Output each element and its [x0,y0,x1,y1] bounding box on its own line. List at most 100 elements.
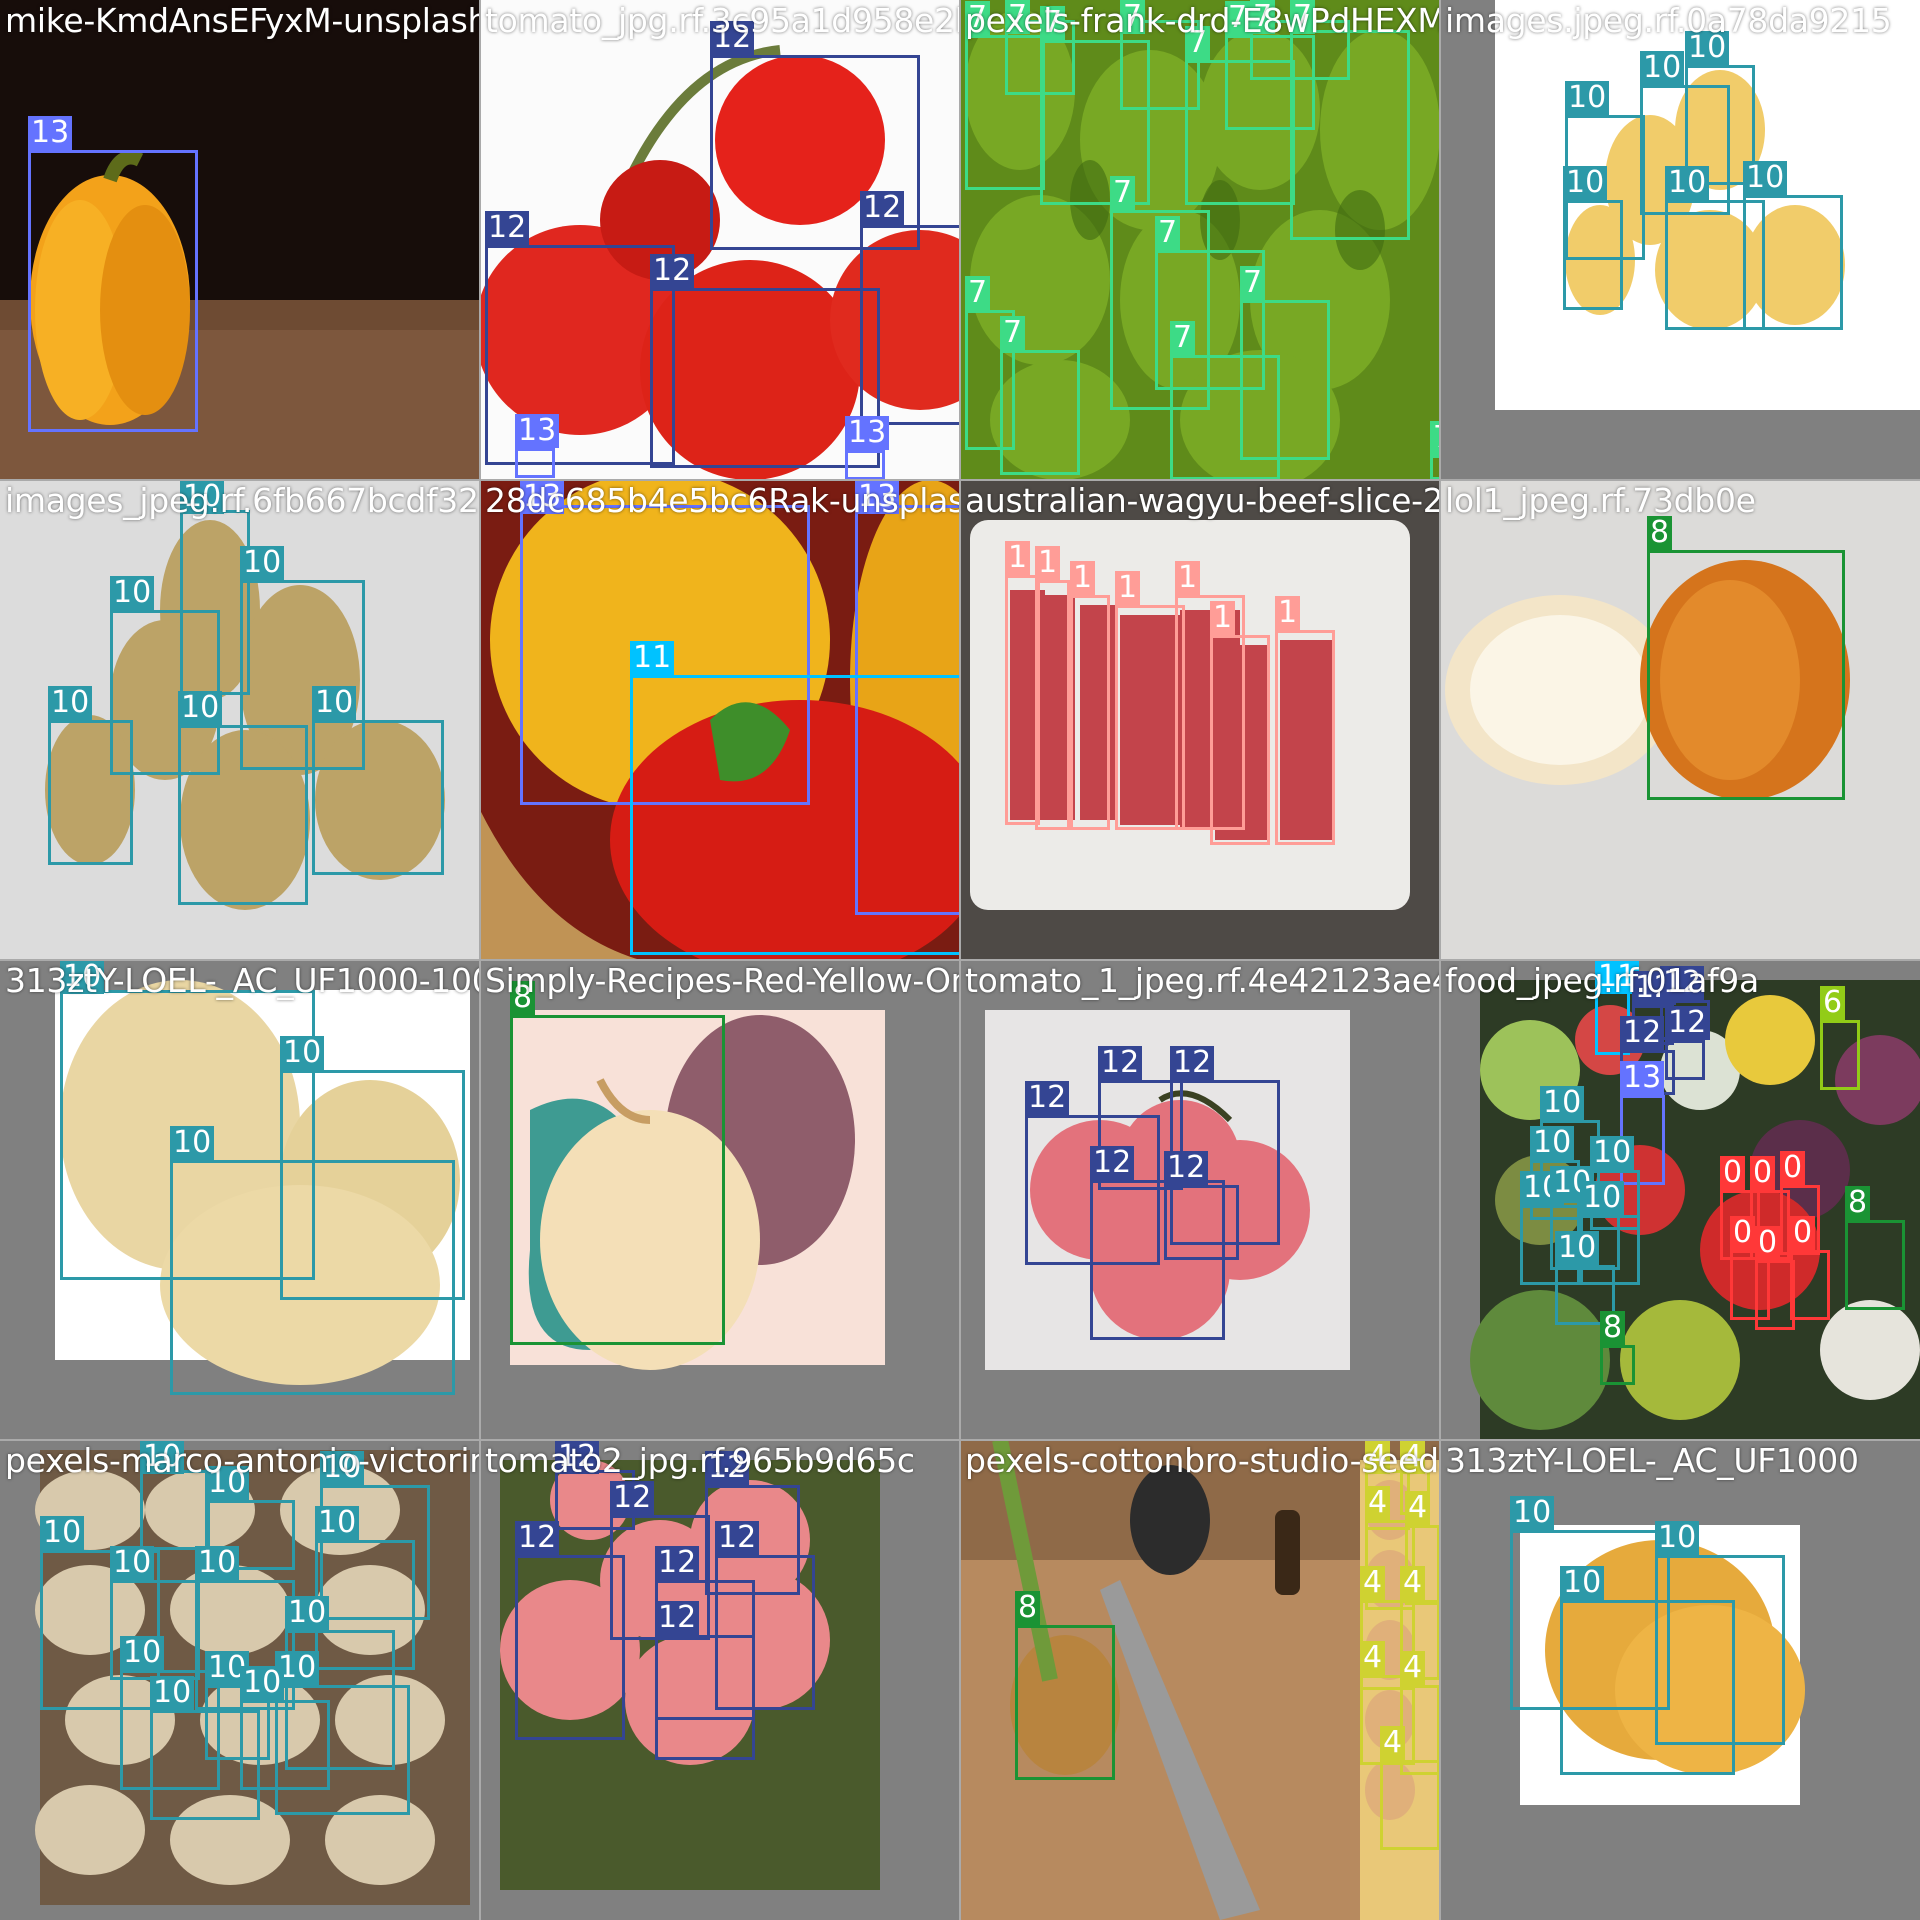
detection-box [1275,630,1335,845]
class-label: 12 [610,1481,655,1515]
mosaic-tile: 10 10 10 10 10 10 10 10 10 10 10 10 10 pexels-marco-a… [0,1440,480,1920]
tile-filename: pexels-cottonbro-studio-seeds-5773193_jp… [965,1441,1440,1480]
class-label: 10 [110,576,155,610]
tile-filename: food_jpeg.rf.01af9a [1445,961,1759,1000]
tile-filename: 313ztY-LOEL-_AC_UF1000-1000_QL80_jpeg [5,961,480,1000]
class-label: 1 [1175,561,1201,595]
class-label: 10 [285,1596,330,1630]
detection-box [510,1015,725,1345]
mosaic-grid: 13 mike-KmdAnsEFyxM-unsplash_jpg.rf.3c95a… [0,0,1920,1920]
class-label: 10 [1540,1086,1585,1120]
class-label: 10 [48,686,93,720]
mosaic-tile: 8444444444pexels-cottonbro-studio-seeds-… [960,1440,1440,1920]
class-label: 1 [1275,596,1301,630]
class-label: 7 [1110,176,1136,210]
mosaic-tile: 13 mike-KmdAnsEFyxM-unsplash_jpg.rf.3c95a… [0,0,480,480]
class-label: 8 [1015,1591,1041,1625]
tile-filename: pexels-marco-antonio-victorino-2286776 [5,1441,480,1480]
class-label: 10 [1555,1231,1600,1265]
detection-box [1647,550,1845,800]
detection-box [1563,200,1623,310]
class-label: 10 [1560,1566,1605,1600]
class-label: 1 [1035,546,1061,580]
detection-box [1665,1040,1705,1080]
detection-box [312,720,444,875]
mosaic-tile: 12 12 12 12 12 tomato_1_jpeg.rf.4e42123ae4e3b… [960,960,1440,1440]
class-label: 7 [965,276,991,310]
detection-box [1070,595,1110,830]
class-label: 12 [515,1521,560,1555]
detection-box [170,1160,455,1395]
class-label: 10 [312,686,357,720]
mosaic-tile: 13131128dc685b4e5bc6Rak-unsplash_jpg.rf [480,480,960,960]
class-label: 12 [860,191,905,225]
class-label: 10 [1655,1521,1700,1555]
class-label: 12 [1665,1006,1710,1040]
class-label: 4 [1365,1486,1391,1520]
detection-box [1015,1625,1115,1780]
tile-filename: australian-wagyu-beef-slice-2dgvpbadt1 [965,481,1440,520]
mosaic-tile: 121212121313tomato_jpg.rf.3c95a1d958e2bc… [480,0,960,480]
class-label: 10 [240,1666,285,1700]
class-label: 10 [120,1636,165,1670]
detection-box [1790,1250,1830,1320]
detection-box [845,450,885,480]
grid-divider [0,959,1920,961]
grid-divider [1439,0,1441,1920]
class-label: 12 [1090,1146,1135,1180]
mosaic-tile: 101010313ztY-LOEL-_AC_UF1000-1000_QL80_j… [0,960,480,1440]
class-label: 12 [1170,1046,1215,1080]
class-label: 10 [150,1676,195,1710]
class-label: 4 [1380,1726,1406,1760]
class-label: 10 [1640,51,1685,85]
class-label: 10 [1510,1496,1555,1530]
class-label: 10 [1565,81,1610,115]
class-label: 13 [28,116,73,150]
class-label: 10 [315,1506,360,1540]
grid-divider [0,1439,1920,1441]
mosaic-tile: 8 lol1_jpeg.rf.73db0e [1440,480,1920,960]
tile-filename: mike-KmdAnsEFyxM-unsplash_jpg.rf.3c95a1d… [5,1,480,40]
class-label: 7 [1240,266,1266,300]
class-label: 12 [1164,1151,1209,1185]
class-label: 12 [655,1601,700,1635]
tile-filename: tomato_1_jpeg.rf.4e42123ae4e3b89fa5b64d0… [965,961,1440,1000]
class-label: 11 [630,641,675,675]
detection-box [1380,1760,1440,1850]
class-label: 6 [1820,986,1846,1020]
class-label: 7 [1170,321,1196,355]
class-label: 4 [1360,1641,1386,1675]
detection-box [140,1470,210,1550]
class-label: 10 [170,1126,215,1160]
class-label: 1 [1115,571,1141,605]
detection-box [1600,1345,1635,1385]
class-label: 10 [1580,1181,1625,1215]
class-label: 12 [1620,1016,1665,1050]
tile-filename: Simply-Recipes-Red-Yellow-Onion-OPTION-1 [485,961,960,1000]
detection-box [1820,1020,1860,1090]
detection-box [48,720,133,865]
detection-box [515,1555,625,1740]
class-label: 13 [845,416,890,450]
class-label: 10 [240,546,285,580]
class-label: 1 [1070,561,1096,595]
detection-box [1164,1185,1239,1260]
mosaic-tile: 10 10 10 10 10 10 images.jpeg.rf.0a78da9215 [1440,0,1920,480]
mosaic-tile: 10 10 10 313ztY-LOEL-_AC_UF1000 [1440,1440,1920,1920]
class-label: 10 [1665,166,1710,200]
class-label: 0 [1780,1151,1806,1185]
class-label: 12 [715,1521,760,1555]
detection-box [1000,350,1080,475]
class-label: 4 [1360,1566,1386,1600]
tile-filename: tomato_jpg.rf.3c95a1d958e2bcd42 [485,1,960,40]
class-label: 12 [655,1546,700,1580]
detection-box [178,725,308,905]
tile-filename: 28dc685b4e5bc6Rak-unsplash_jpg.rf [485,481,960,520]
detection-box [1210,635,1270,845]
detection-box [1035,580,1070,830]
detection-box [655,1635,755,1760]
tile-filename: lol1_jpeg.rf.73db0e [1445,481,1756,520]
detection-box [28,150,198,432]
class-label: 7 [1000,316,1026,350]
tile-filename: 313ztY-LOEL-_AC_UF1000 [1445,1441,1859,1480]
